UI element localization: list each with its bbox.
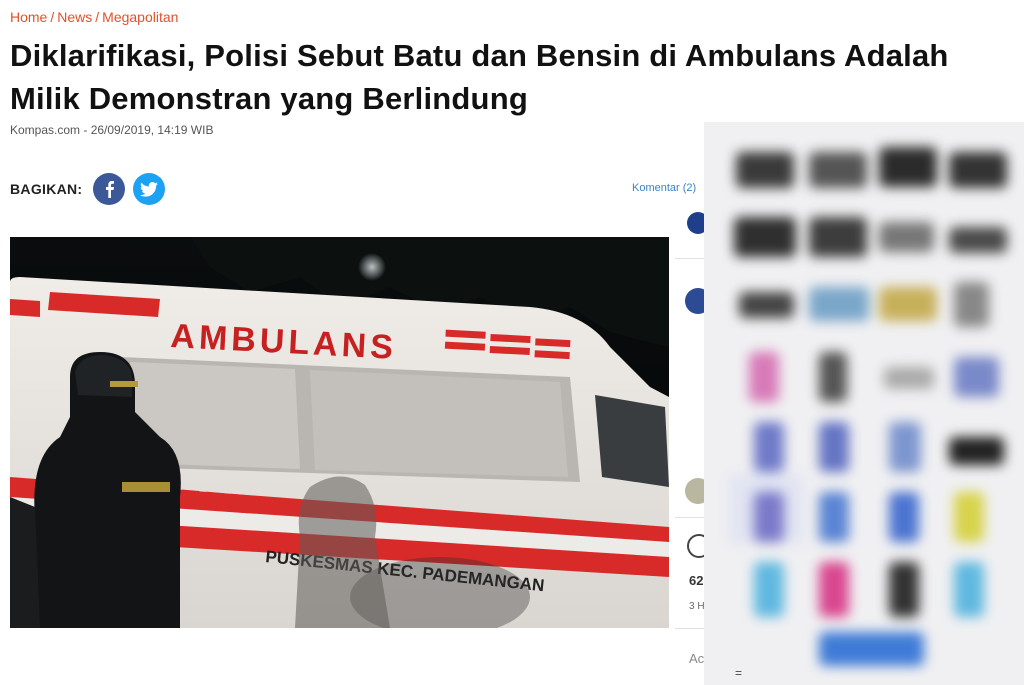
facebook-icon: [106, 181, 115, 198]
video-frame-image: AMBULANS PUSKESMAS KEC. PADEMANGAN: [10, 237, 669, 628]
blurred-ad-panel[interactable]: [704, 122, 1024, 685]
article-source: Kompas.com: [10, 123, 81, 137]
twitter-share-button[interactable]: [133, 173, 166, 205]
breadcrumb: Home / News / Megapolitan: [10, 9, 178, 25]
breadcrumb-separator: /: [50, 9, 55, 25]
meta-separator: -: [80, 123, 91, 137]
article-meta: Kompas.com - 26/09/2019, 14:19 WIB: [10, 123, 213, 137]
video-player[interactable]: AMBULANS PUSKESMAS KEC. PADEMANGAN: [10, 237, 669, 628]
breadcrumb-home-link[interactable]: Home: [10, 9, 47, 25]
sidebar-time: 3 H: [689, 601, 705, 612]
facebook-share-button[interactable]: [93, 173, 126, 205]
ad-content-blurred: [704, 122, 1024, 685]
twitter-icon: [140, 181, 159, 197]
article-title: Diklarifikasi, Polisi Sebut Batu dan Ben…: [10, 38, 949, 116]
share-label: BAGIKAN:: [10, 181, 83, 197]
breadcrumb-news-link[interactable]: News: [57, 9, 92, 25]
share-bar: BAGIKAN:: [10, 173, 173, 205]
comments-link[interactable]: Komentar (2): [632, 182, 696, 194]
sidebar-action[interactable]: Ac: [689, 651, 704, 666]
article-date: 26/09/2019, 14:19 WIB: [90, 123, 214, 137]
ad-label: =: [735, 666, 743, 680]
breadcrumb-category-link[interactable]: Megapolitan: [102, 9, 178, 25]
sidebar-count: 62: [689, 573, 704, 588]
breadcrumb-separator: /: [95, 9, 100, 25]
